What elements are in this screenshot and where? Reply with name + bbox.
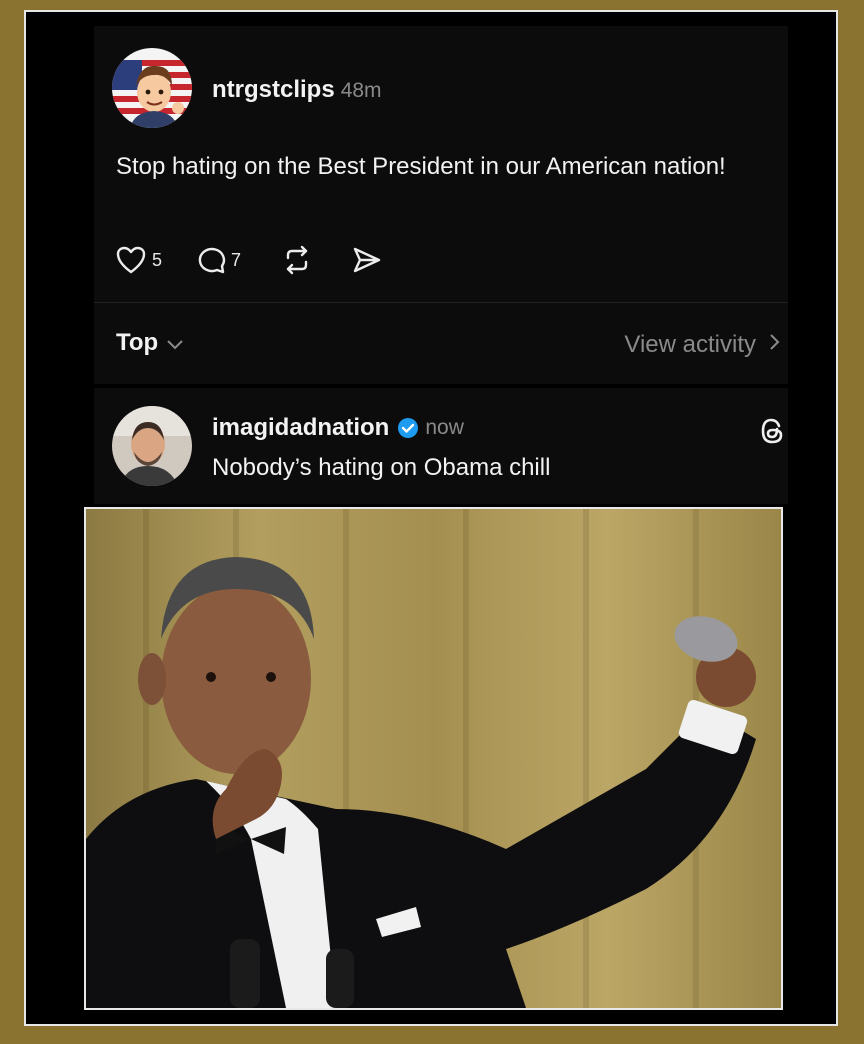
sort-label: Top <box>116 329 159 356</box>
post-username[interactable]: ntrgstclips <box>212 76 335 103</box>
chevron-right-icon <box>768 331 780 359</box>
comment-button[interactable]: 7 <box>196 246 241 274</box>
repost-button[interactable] <box>281 245 313 275</box>
screenshot-frame: ntrgstclips 48m Stop hating on the Best P… <box>24 10 838 1026</box>
post-divider <box>94 302 788 303</box>
reply-username[interactable]: imagidadnation <box>212 414 389 442</box>
verified-badge-icon <box>397 417 419 439</box>
original-post: ntrgstclips 48m Stop hating on the Best P… <box>94 26 788 384</box>
sort-dropdown[interactable]: Top <box>116 329 184 357</box>
post-actions: 5 7 <box>116 240 381 280</box>
view-activity-link[interactable]: View activity <box>624 331 780 359</box>
share-button[interactable] <box>351 246 381 274</box>
threads-logo-icon[interactable] <box>758 416 786 451</box>
imagidadnation-avatar[interactable] <box>112 406 192 486</box>
reply-author[interactable]: imagidadnation now <box>212 414 464 442</box>
view-activity-label: View activity <box>624 331 756 358</box>
like-count: 5 <box>152 249 163 270</box>
send-icon <box>351 246 381 274</box>
post-text: Stop hating on the Best President in our… <box>116 153 726 180</box>
post-author[interactable]: ntrgstclips 48m <box>212 76 382 104</box>
like-button[interactable]: 5 <box>116 246 162 274</box>
reply-post: imagidadnation now Nobody’s hating on Ob… <box>94 388 788 504</box>
attached-photo[interactable] <box>84 507 783 1010</box>
chevron-down-icon <box>166 329 184 357</box>
ntrgstclips-avatar[interactable] <box>112 48 192 128</box>
comment-count: 7 <box>231 249 242 270</box>
reply-time: now <box>425 416 464 439</box>
post-time: 48m <box>340 79 382 102</box>
repost-icon <box>281 245 313 275</box>
reply-text: Nobody’s hating on Obama chill <box>212 454 551 481</box>
comment-icon <box>196 246 226 274</box>
heart-icon <box>116 246 146 274</box>
